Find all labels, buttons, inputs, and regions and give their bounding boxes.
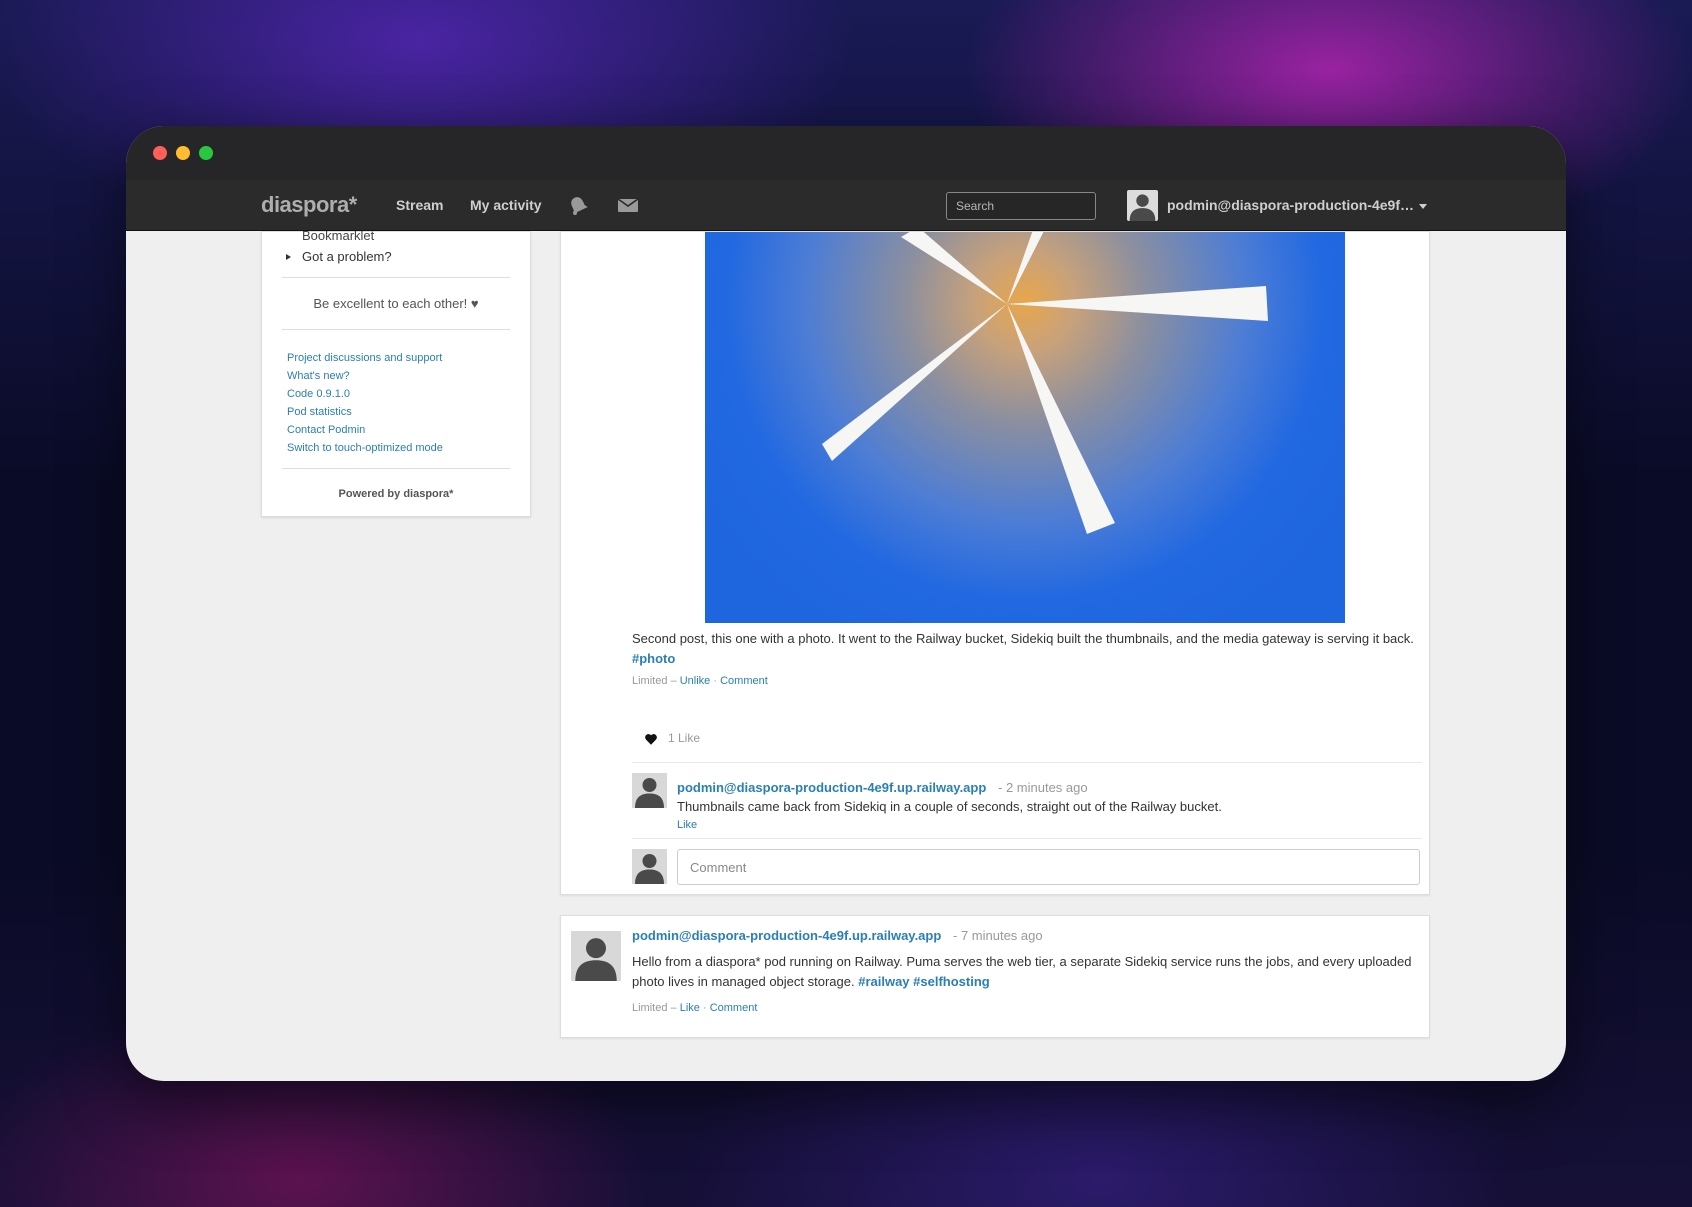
link-pod-statistics[interactable]: Pod statistics [287,403,443,421]
comment-input[interactable] [677,849,1420,885]
avatar[interactable] [632,849,667,884]
sidebar-motto: Be excellent to each other! ♥ [313,296,479,311]
meta-separator: · [713,675,718,687]
brand-logo[interactable]: diaspora* [261,192,357,218]
post-with-photo: Second post, this one with a photo. It w… [560,231,1430,895]
maximize-window-button[interactable] [199,146,213,160]
avatar-silhouette-icon [635,854,664,884]
meta-separator: – [670,675,677,687]
comment-author-link[interactable]: podmin@diaspora-production-4e9f.up.railw… [677,780,986,795]
nav-stream[interactable]: Stream [396,197,443,213]
comment-link[interactable]: Comment [710,1002,758,1014]
sidebar-divider [282,329,510,330]
avatar[interactable] [571,931,621,981]
post-meta: Limited – Unlike · Comment [632,675,768,687]
post-photo[interactable] [705,232,1345,623]
meta-separator: · [702,1002,707,1014]
user-avatar[interactable] [1127,190,1158,221]
pinwheel-graphic [822,232,1268,534]
post-body: Second post, this one with a photo. It w… [632,629,1422,669]
sidebar-divider [282,468,510,469]
browser-window: Bookmarklet Got a problem? Be excellent … [126,126,1566,1081]
sidebar-divider [282,277,510,278]
link-contact-podmin[interactable]: Contact Podmin [287,421,443,439]
link-touch-mode[interactable]: Switch to touch-optimized mode [287,439,443,457]
sidebar-panel: Bookmarklet Got a problem? Be excellent … [261,228,531,517]
comment-like-link[interactable]: Like [677,819,697,831]
powered-by: Powered by diaspora* [338,488,454,500]
post-text-only: podmin@diaspora-production-4e9f.up.railw… [560,915,1430,1038]
disclosure-triangle-icon [286,254,291,260]
comment-text: Thumbnails came back from Sidekiq in a c… [677,799,1222,814]
comment-link[interactable]: Comment [720,675,768,687]
window-titlebar [126,126,1566,180]
heart-icon [645,734,657,745]
visibility-label: Limited [632,675,668,687]
visibility-label: Limited [632,1002,668,1014]
comments-divider [632,838,1422,839]
post-meta: Limited – Like · Comment [632,1002,757,1014]
bell-icon[interactable] [567,194,589,216]
post-author-link[interactable]: podmin@diaspora-production-4e9f.up.railw… [632,928,941,943]
comment-timestamp[interactable]: - 2 minutes ago [998,780,1088,795]
envelope-icon[interactable] [617,194,639,216]
search-input[interactable] [946,192,1096,220]
avatar[interactable] [632,773,667,808]
link-project-discussions[interactable]: Project discussions and support [287,349,443,367]
post-body-text: Hello from a diaspora* pod running on Ra… [632,954,1412,989]
unlike-link[interactable]: Unlike [680,675,711,687]
avatar-silhouette-icon [1129,194,1156,221]
sidebar-links: Project discussions and support What's n… [287,349,443,457]
got-a-problem-toggle[interactable]: Got a problem? [302,249,392,264]
meta-separator: – [670,1002,677,1014]
comments-divider [632,762,1422,763]
caret-down-icon[interactable] [1419,204,1427,209]
hashtag-photo[interactable]: #photo [632,651,675,666]
close-window-button[interactable] [153,146,167,160]
avatar-silhouette-icon [575,938,617,981]
like-link[interactable]: Like [680,1002,700,1014]
user-menu-name[interactable]: podmin@diaspora-production-4e9f.up... [1167,197,1417,213]
link-code-version[interactable]: Code 0.9.1.0 [287,385,443,403]
minimize-window-button[interactable] [176,146,190,160]
post-body-text: Second post, this one with a photo. It w… [632,631,1414,646]
link-whats-new[interactable]: What's new? [287,367,443,385]
hashtags[interactable]: #railway #selfhosting [858,974,990,989]
nav-my-activity[interactable]: My activity [470,197,542,213]
like-count[interactable]: 1 Like [668,731,700,745]
post-body: Hello from a diaspora* pod running on Ra… [632,952,1422,992]
avatar-silhouette-icon [635,778,664,808]
top-navbar: diaspora* Stream My activity podmin@dias… [126,180,1566,231]
post-timestamp[interactable]: - 7 minutes ago [953,928,1043,943]
